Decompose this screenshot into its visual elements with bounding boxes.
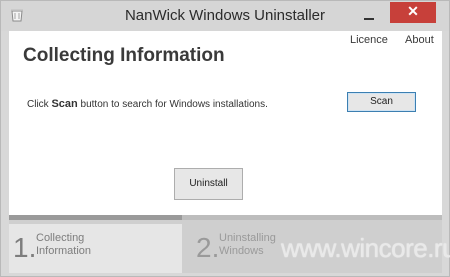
close-button[interactable]: ✕: [390, 2, 436, 23]
scan-button[interactable]: Scan: [347, 92, 416, 112]
about-link[interactable]: About: [405, 34, 434, 46]
close-icon: ✕: [407, 3, 419, 19]
step-number: 2.: [196, 232, 220, 263]
step-collecting: 1. Collecting Information: [9, 224, 182, 273]
licence-link[interactable]: Licence: [350, 34, 388, 46]
minimize-icon[interactable]: [359, 10, 379, 24]
step-indicator-inactive: [182, 215, 442, 220]
instruction-text: Click Scan button to search for Windows …: [27, 98, 268, 110]
title-bar[interactable]: NanWick Windows Uninstaller ✕: [1, 1, 449, 31]
uninstall-button[interactable]: Uninstall: [174, 168, 243, 200]
main-panel: Collecting Information Licence About Cli…: [9, 31, 442, 215]
step-label-line: Information: [36, 245, 92, 257]
instruction-suffix: button to search for Windows installatio…: [77, 99, 268, 110]
instruction-keyword: Scan: [51, 98, 78, 110]
app-window: NanWick Windows Uninstaller ✕ Collecting…: [0, 0, 450, 277]
step-label-line: Collecting: [36, 232, 85, 244]
window-title: NanWick Windows Uninstaller: [124, 7, 326, 24]
step-number: 1.: [13, 232, 37, 263]
page-title: Collecting Information: [23, 45, 225, 66]
step-indicator-active: [9, 215, 182, 220]
instruction-prefix: Click: [27, 99, 52, 110]
watermark: www.wincore.ru: [281, 233, 450, 263]
step-label: Collecting Information: [36, 232, 186, 258]
